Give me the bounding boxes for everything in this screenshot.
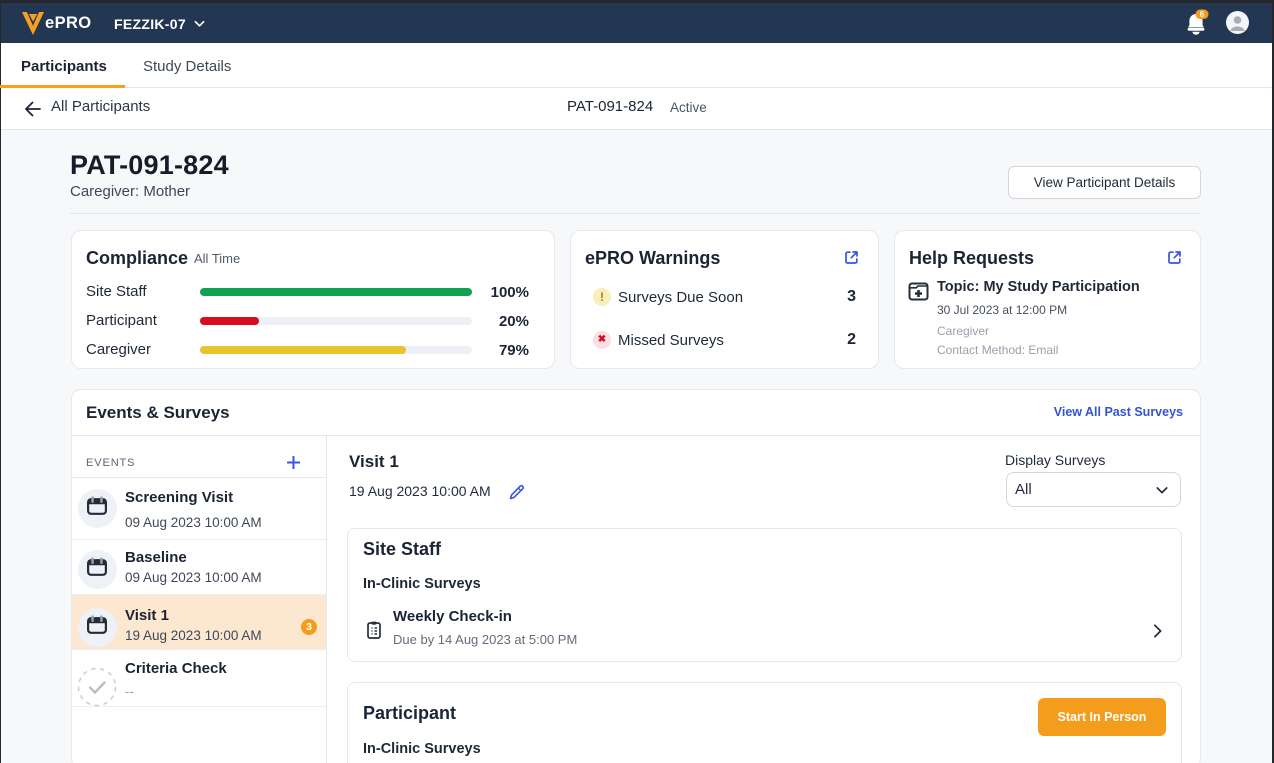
svg-text:6: 6 bbox=[1200, 10, 1205, 19]
